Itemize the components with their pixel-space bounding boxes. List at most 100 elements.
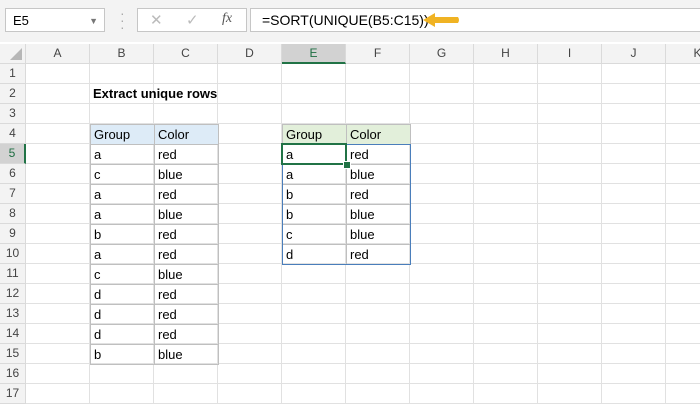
drag-handle-icon[interactable]: · · ·	[120, 6, 125, 34]
group-cell[interactable]: a	[90, 244, 155, 265]
row-header-1[interactable]: 1	[0, 64, 26, 84]
cancel-icon[interactable]: ✕	[150, 11, 163, 29]
cell-D4[interactable]	[218, 124, 282, 144]
color-cell[interactable]: red	[154, 144, 219, 165]
column-header-F[interactable]: F	[346, 44, 410, 64]
cell-C17[interactable]	[154, 384, 218, 404]
cell-H9[interactable]	[474, 224, 538, 244]
cell-K16[interactable]	[666, 364, 700, 384]
cell-I8[interactable]	[538, 204, 602, 224]
cell-K8[interactable]	[666, 204, 700, 224]
cell-F13[interactable]	[346, 304, 410, 324]
group-cell[interactable]: d	[90, 284, 155, 305]
header-group[interactable]: Group	[90, 124, 155, 145]
cell-G3[interactable]	[410, 104, 474, 124]
cell-H6[interactable]	[474, 164, 538, 184]
cell-H16[interactable]	[474, 364, 538, 384]
cell-A5[interactable]	[26, 144, 90, 164]
cell-E16[interactable]	[282, 364, 346, 384]
cell-J14[interactable]	[602, 324, 666, 344]
cell-K13[interactable]	[666, 304, 700, 324]
cell-H2[interactable]	[474, 84, 538, 104]
color-cell[interactable]: red	[154, 224, 219, 245]
cell-J12[interactable]	[602, 284, 666, 304]
select-all-corner[interactable]	[0, 44, 26, 64]
cell-A15[interactable]	[26, 344, 90, 364]
column-header-A[interactable]: A	[26, 44, 90, 64]
cell-H8[interactable]	[474, 204, 538, 224]
cell-K12[interactable]	[666, 284, 700, 304]
color-cell[interactable]: red	[154, 244, 219, 265]
cell-D16[interactable]	[218, 364, 282, 384]
cell-E1[interactable]	[282, 64, 346, 84]
color-cell[interactable]: blue	[154, 264, 219, 285]
cell-J7[interactable]	[602, 184, 666, 204]
cell-K11[interactable]	[666, 264, 700, 284]
cell-J4[interactable]	[602, 124, 666, 144]
cell-D2[interactable]	[218, 84, 282, 104]
cell-A7[interactable]	[26, 184, 90, 204]
header-color[interactable]: Color	[346, 124, 411, 145]
cell-K5[interactable]	[666, 144, 700, 164]
cell-H14[interactable]	[474, 324, 538, 344]
row-header-9[interactable]: 9	[0, 224, 26, 244]
cell-E12[interactable]	[282, 284, 346, 304]
cell-E3[interactable]	[282, 104, 346, 124]
row-header-12[interactable]: 12	[0, 284, 26, 304]
group-cell[interactable]: c	[90, 164, 155, 185]
cell-E14[interactable]	[282, 324, 346, 344]
cell-A14[interactable]	[26, 324, 90, 344]
cell-J15[interactable]	[602, 344, 666, 364]
group-cell[interactable]: a	[90, 144, 155, 165]
cell-D8[interactable]	[218, 204, 282, 224]
group-cell[interactable]: b	[90, 224, 155, 245]
cell-C3[interactable]	[154, 104, 218, 124]
cell-J8[interactable]	[602, 204, 666, 224]
cell-G5[interactable]	[410, 144, 474, 164]
group-cell[interactable]: c	[90, 264, 155, 285]
cell-D12[interactable]	[218, 284, 282, 304]
color-cell[interactable]: blue	[154, 164, 219, 185]
row-header-6[interactable]: 6	[0, 164, 26, 184]
cell-K1[interactable]	[666, 64, 700, 84]
cell-A4[interactable]	[26, 124, 90, 144]
cell-D7[interactable]	[218, 184, 282, 204]
cell-K2[interactable]	[666, 84, 700, 104]
cell-D11[interactable]	[218, 264, 282, 284]
cell-G9[interactable]	[410, 224, 474, 244]
color-cell[interactable]: red	[154, 324, 219, 345]
cell-H3[interactable]	[474, 104, 538, 124]
row-header-7[interactable]: 7	[0, 184, 26, 204]
cell-K4[interactable]	[666, 124, 700, 144]
column-header-K[interactable]: K	[666, 44, 700, 64]
cell-G7[interactable]	[410, 184, 474, 204]
enter-icon[interactable]: ✓	[186, 11, 199, 29]
cell-H12[interactable]	[474, 284, 538, 304]
column-header-D[interactable]: D	[218, 44, 282, 64]
cell-A9[interactable]	[26, 224, 90, 244]
row-header-11[interactable]: 11	[0, 264, 26, 284]
cell-A12[interactable]	[26, 284, 90, 304]
cell-A10[interactable]	[26, 244, 90, 264]
cell-E13[interactable]	[282, 304, 346, 324]
cell-H4[interactable]	[474, 124, 538, 144]
column-header-H[interactable]: H	[474, 44, 538, 64]
cell-J3[interactable]	[602, 104, 666, 124]
cell-A17[interactable]	[26, 384, 90, 404]
name-box[interactable]: E5 ▼	[5, 8, 105, 32]
cell-F11[interactable]	[346, 264, 410, 284]
cell-A2[interactable]	[26, 84, 90, 104]
cell-I2[interactable]	[538, 84, 602, 104]
cell-D17[interactable]	[218, 384, 282, 404]
cell-D5[interactable]	[218, 144, 282, 164]
cell-G15[interactable]	[410, 344, 474, 364]
cell-D15[interactable]	[218, 344, 282, 364]
group-cell[interactable]: a	[90, 184, 155, 205]
row-header-13[interactable]: 13	[0, 304, 26, 324]
chevron-down-icon[interactable]: ▼	[89, 9, 98, 33]
cell-H13[interactable]	[474, 304, 538, 324]
cell-B16[interactable]	[90, 364, 154, 384]
cell-I1[interactable]	[538, 64, 602, 84]
group-cell[interactable]: a	[90, 204, 155, 225]
cell-A1[interactable]	[26, 64, 90, 84]
